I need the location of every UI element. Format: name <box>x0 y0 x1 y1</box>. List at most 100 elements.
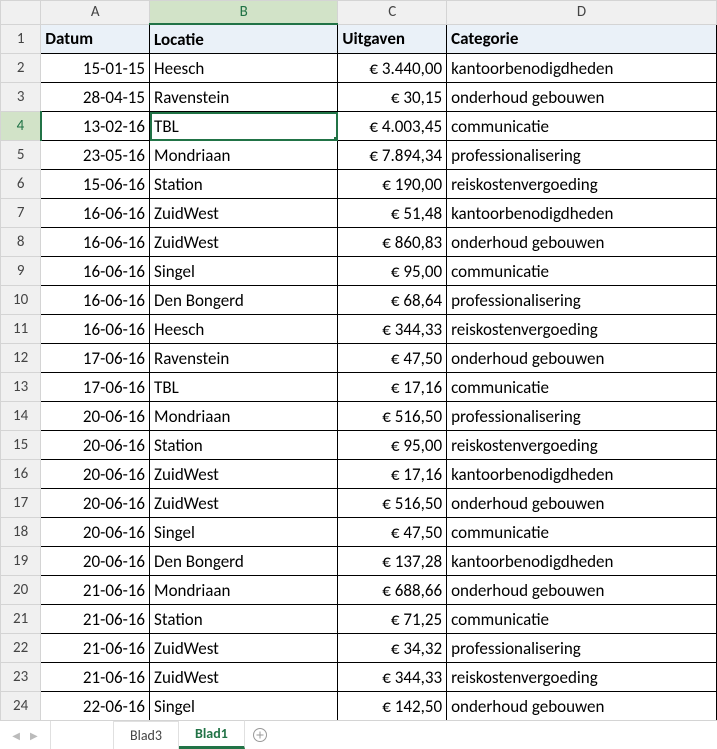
cell-D14[interactable]: professionalisering <box>447 402 717 431</box>
cell-A11[interactable]: 16-06-16 <box>41 315 150 344</box>
cell-C3[interactable]: € 30,15 <box>338 83 447 112</box>
row-header-5[interactable]: 5 <box>1 141 41 170</box>
cell-B17[interactable]: ZuidWest <box>150 489 338 518</box>
cell-D10[interactable]: professionalisering <box>447 286 717 315</box>
cell-B23[interactable]: ZuidWest <box>150 663 338 692</box>
cell-C18[interactable]: € 47,50 <box>338 518 447 547</box>
cell-C6[interactable]: € 190,00 <box>338 170 447 199</box>
row-header-2[interactable]: 2 <box>1 54 41 83</box>
row-header-8[interactable]: 8 <box>1 228 41 257</box>
cell-D2[interactable]: kantoorbenodigdheden <box>447 54 717 83</box>
cell-A18[interactable]: 20-06-16 <box>41 518 150 547</box>
cell-A4[interactable]: 13-02-16 <box>41 112 150 141</box>
col-header-C[interactable]: C <box>338 1 447 25</box>
cell-A17[interactable]: 20-06-16 <box>41 489 150 518</box>
col-header-A[interactable]: A <box>41 1 150 25</box>
cell-D13[interactable]: communicatie <box>447 373 717 402</box>
cell-D24[interactable]: onderhoud gebouwen <box>447 692 717 721</box>
cell-B7[interactable]: ZuidWest <box>150 199 338 228</box>
cell-D20[interactable]: onderhoud gebouwen <box>447 576 717 605</box>
row-header-10[interactable]: 10 <box>1 286 41 315</box>
cell-C1[interactable]: Uitgaven <box>338 24 447 54</box>
cell-A22[interactable]: 21-06-16 <box>41 634 150 663</box>
row-header-6[interactable]: 6 <box>1 170 41 199</box>
row-header-9[interactable]: 9 <box>1 257 41 286</box>
cell-D8[interactable]: onderhoud gebouwen <box>447 228 717 257</box>
select-all-corner[interactable] <box>1 1 41 25</box>
cell-D22[interactable]: professionalisering <box>447 634 717 663</box>
cell-B5[interactable]: Mondriaan <box>150 141 338 170</box>
row-header-13[interactable]: 13 <box>1 373 41 402</box>
cell-D23[interactable]: reiskostenvergoeding <box>447 663 717 692</box>
cell-C24[interactable]: € 142,50 <box>338 692 447 721</box>
cell-A10[interactable]: 16-06-16 <box>41 286 150 315</box>
cell-B10[interactable]: Den Bongerd <box>150 286 338 315</box>
cell-C16[interactable]: € 17,16 <box>338 460 447 489</box>
row-header-1[interactable]: 1 <box>1 24 41 54</box>
row-header-7[interactable]: 7 <box>1 199 41 228</box>
cell-D12[interactable]: onderhoud gebouwen <box>447 344 717 373</box>
sheet-tab-blad1[interactable]: Blad1 <box>179 720 245 749</box>
cell-B20[interactable]: Mondriaan <box>150 576 338 605</box>
cell-D5[interactable]: professionalisering <box>447 141 717 170</box>
cell-A19[interactable]: 20-06-16 <box>41 547 150 576</box>
cell-C5[interactable]: € 7.894,34 <box>338 141 447 170</box>
cell-B2[interactable]: Heesch <box>150 54 338 83</box>
cell-A12[interactable]: 17-06-16 <box>41 344 150 373</box>
cell-A23[interactable]: 21-06-16 <box>41 663 150 692</box>
cell-A5[interactable]: 23-05-16 <box>41 141 150 170</box>
row-header-4[interactable]: 4 <box>1 112 41 141</box>
cell-C7[interactable]: € 51,48 <box>338 199 447 228</box>
cell-D11[interactable]: reiskostenvergoeding <box>447 315 717 344</box>
cell-B11[interactable]: Heesch <box>150 315 338 344</box>
cell-D6[interactable]: reiskostenvergoeding <box>447 170 717 199</box>
cell-B9[interactable]: Singel <box>150 257 338 286</box>
cell-A7[interactable]: 16-06-16 <box>41 199 150 228</box>
cell-B18[interactable]: Singel <box>150 518 338 547</box>
row-header-18[interactable]: 18 <box>1 518 41 547</box>
cell-A8[interactable]: 16-06-16 <box>41 228 150 257</box>
cell-C11[interactable]: € 344,33 <box>338 315 447 344</box>
cell-C17[interactable]: € 516,50 <box>338 489 447 518</box>
cell-B21[interactable]: Station <box>150 605 338 634</box>
spreadsheet-grid[interactable]: A B C D 1DatumLocatieUitgavenCategorie21… <box>0 0 717 721</box>
cell-B6[interactable]: Station <box>150 170 338 199</box>
cell-B16[interactable]: ZuidWest <box>150 460 338 489</box>
cell-D7[interactable]: kantoorbenodigdheden <box>447 199 717 228</box>
row-header-21[interactable]: 21 <box>1 605 41 634</box>
cell-D17[interactable]: onderhoud gebouwen <box>447 489 717 518</box>
cell-D21[interactable]: communicatie <box>447 605 717 634</box>
row-header-12[interactable]: 12 <box>1 344 41 373</box>
row-header-19[interactable]: 19 <box>1 547 41 576</box>
cell-C10[interactable]: € 68,64 <box>338 286 447 315</box>
cell-C23[interactable]: € 344,33 <box>338 663 447 692</box>
cell-A15[interactable]: 20-06-16 <box>41 431 150 460</box>
sheet-nav-arrows[interactable]: ◀ ▶ <box>0 721 51 749</box>
row-header-15[interactable]: 15 <box>1 431 41 460</box>
cell-C13[interactable]: € 17,16 <box>338 373 447 402</box>
cell-D15[interactable]: reiskostenvergoeding <box>447 431 717 460</box>
row-header-11[interactable]: 11 <box>1 315 41 344</box>
sheet-tab-blad3[interactable]: Blad3 <box>114 721 179 749</box>
row-header-14[interactable]: 14 <box>1 402 41 431</box>
col-header-B[interactable]: B <box>150 1 338 25</box>
col-header-D[interactable]: D <box>447 1 717 25</box>
cell-D16[interactable]: kantoorbenodigdheden <box>447 460 717 489</box>
cell-A6[interactable]: 15-06-16 <box>41 170 150 199</box>
cell-D18[interactable]: communicatie <box>447 518 717 547</box>
cell-B24[interactable]: Singel <box>150 692 338 721</box>
cell-B1[interactable]: Locatie <box>150 24 338 54</box>
cell-A24[interactable]: 22-06-16 <box>41 692 150 721</box>
cell-C21[interactable]: € 71,25 <box>338 605 447 634</box>
row-header-24[interactable]: 24 <box>1 692 41 721</box>
cell-A13[interactable]: 17-06-16 <box>41 373 150 402</box>
cell-A3[interactable]: 28-04-15 <box>41 83 150 112</box>
cell-B3[interactable]: Ravenstein <box>150 83 338 112</box>
cell-A20[interactable]: 21-06-16 <box>41 576 150 605</box>
cell-A1[interactable]: Datum <box>41 24 150 54</box>
row-header-23[interactable]: 23 <box>1 663 41 692</box>
cell-B8[interactable]: ZuidWest <box>150 228 338 257</box>
cell-D3[interactable]: onderhoud gebouwen <box>447 83 717 112</box>
row-header-22[interactable]: 22 <box>1 634 41 663</box>
row-header-17[interactable]: 17 <box>1 489 41 518</box>
